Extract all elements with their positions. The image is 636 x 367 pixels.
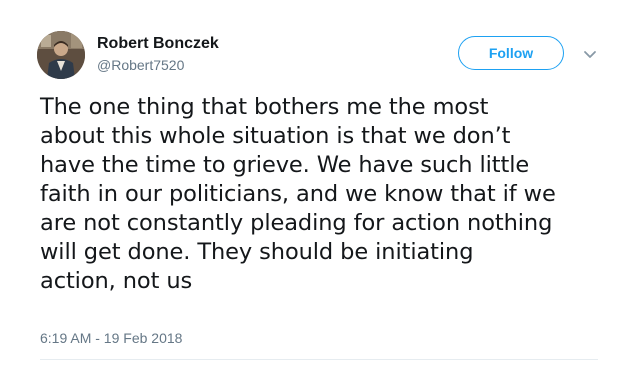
profile-photo-icon: [37, 31, 85, 79]
display-name[interactable]: Robert Bonczek: [97, 35, 219, 53]
follow-button[interactable]: Follow: [458, 36, 564, 70]
tweet-text: The one thing that bothers me the most a…: [40, 94, 556, 294]
divider: [40, 359, 598, 360]
tweet-card: Robert Bonczek @Robert7520 Follow The on…: [0, 0, 636, 367]
chevron-down-icon[interactable]: [580, 44, 600, 64]
user-handle[interactable]: @Robert7520: [97, 57, 184, 73]
avatar[interactable]: [37, 31, 85, 79]
tweet-timestamp[interactable]: 6:19 AM - 19 Feb 2018: [40, 330, 182, 346]
